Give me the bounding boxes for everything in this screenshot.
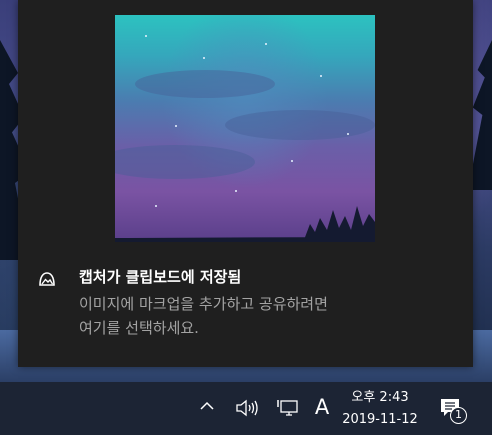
preview-star [347,133,349,135]
notification-body-line-1: 이미지에 마크업을 추가하고 공유하려면 [79,295,328,313]
preview-star [203,57,205,59]
screenshot-preview-image[interactable] [115,15,375,242]
preview-forest-silhouette [115,206,375,242]
preview-star [235,190,237,192]
ime-input-indicator[interactable]: A [313,393,331,421]
clock-date: 2019-11-12 [342,412,418,427]
chevron-up-icon[interactable] [198,397,216,415]
notification-body-line-2: 여기를 선택하세요. [79,319,199,337]
preview-star [320,75,322,77]
preview-cloud [115,145,255,179]
speaker-icon[interactable] [235,399,259,417]
preview-star [291,160,293,162]
screenshot-toast-notification[interactable]: 캡처가 클립보드에 저장됨 이미지에 마크업을 추가하고 공유하려면 여기를 선… [18,0,473,367]
notification-count-badge: 1 [450,407,467,424]
preview-star [155,205,157,207]
preview-star [265,43,267,45]
action-center-button[interactable]: 1 [436,393,470,427]
preview-cloud [225,110,375,140]
network-icon[interactable] [277,399,299,417]
notification-title: 캡처가 클립보드에 저장됨 [79,268,242,286]
preview-star [175,125,177,127]
notification-body: 이미지에 마크업을 추가하고 공유하려면 여기를 선택하세요. [79,292,459,340]
clock-time: 오후 2:43 [351,390,409,405]
snip-sketch-icon [39,272,55,286]
preview-star [145,35,147,37]
preview-cloud [135,70,275,98]
taskbar-clock[interactable]: 오후 2:43 2019-11-12 [338,386,422,430]
